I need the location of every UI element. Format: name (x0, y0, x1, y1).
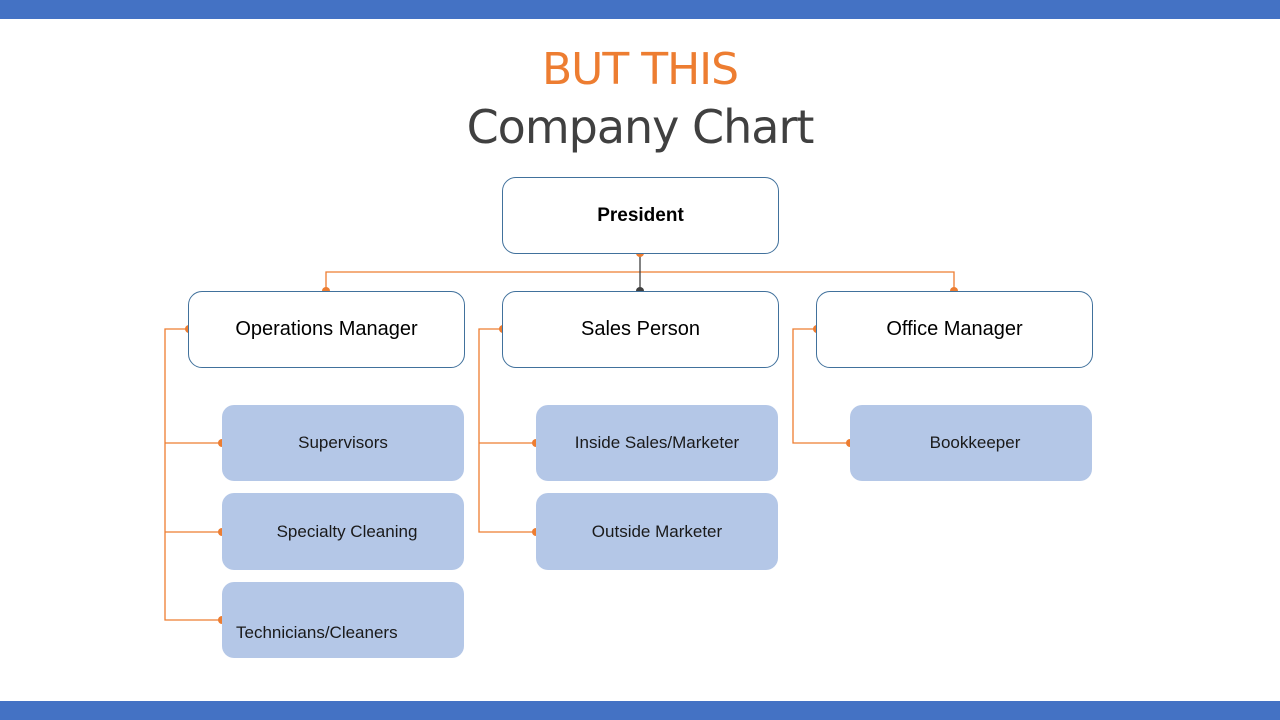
connector-operations-branch (164, 328, 222, 621)
org-node-label: Sales Person (581, 318, 700, 340)
org-node-label: Office Manager (886, 318, 1023, 340)
connector-president-office (640, 271, 955, 291)
org-node-label: Technicians/Cleaners (236, 623, 398, 642)
org-node-office-manager[interactable]: Office Manager (816, 291, 1093, 368)
org-node-president[interactable]: President (502, 177, 779, 254)
org-node-label: Inside Sales/Marketer (574, 433, 740, 452)
org-node-label: President (597, 204, 684, 226)
org-node-label: Bookkeeper (929, 433, 1021, 452)
org-node-inside-sales-marketer[interactable]: Inside Sales/Marketer (536, 405, 778, 481)
org-node-outside-marketer[interactable]: Outside Marketer (536, 493, 778, 570)
org-node-operations-manager[interactable]: Operations Manager (188, 291, 465, 368)
org-node-label: Supervisors (298, 433, 388, 452)
connector-president-operations (325, 271, 640, 291)
org-node-label: Outside Marketer (591, 521, 723, 541)
org-node-bookkeeper[interactable]: Bookkeeper (850, 405, 1092, 481)
org-node-sales-person[interactable]: Sales Person (502, 291, 779, 368)
org-node-label: Specialty Cleaning (276, 521, 418, 541)
org-node-label: Operations Manager (235, 318, 418, 340)
org-node-technicians-cleaners[interactable]: Technicians/Cleaners (222, 582, 464, 658)
org-node-specialty-cleaning[interactable]: Specialty Cleaning (222, 493, 464, 570)
org-node-supervisors[interactable]: Supervisors (222, 405, 464, 481)
